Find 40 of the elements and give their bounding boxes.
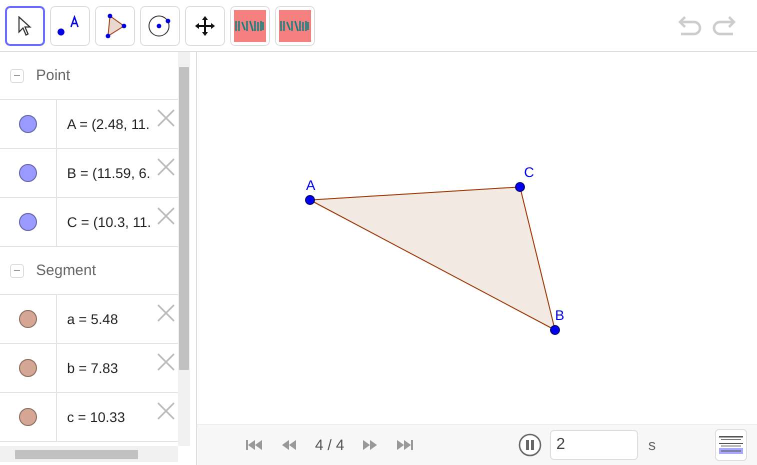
- move-arrows-icon: [194, 14, 216, 36]
- tool-button[interactable]: [5, 6, 45, 46]
- point-marker[interactable]: [515, 182, 525, 192]
- point-label: C: [524, 164, 534, 180]
- object-definition[interactable]: a = 5.48: [67, 311, 153, 327]
- visibility-dot[interactable]: [19, 359, 37, 377]
- collapse-toggle[interactable]: [10, 68, 24, 82]
- custom-tool-icon: [279, 10, 311, 42]
- cursor-icon: [18, 16, 32, 36]
- collapse-toggle[interactable]: [10, 264, 24, 278]
- unit-label: s: [648, 436, 656, 454]
- section-title: Point: [36, 67, 70, 84]
- vertical-scrollbar[interactable]: [178, 52, 190, 446]
- visibility-dot[interactable]: [19, 115, 37, 133]
- last-step-icon[interactable]: [396, 439, 414, 451]
- circle-icon: [147, 12, 173, 38]
- object-definition[interactable]: A = (2.48, 11.: [67, 116, 153, 132]
- next-step-icon[interactable]: [362, 439, 378, 451]
- point-label: A: [306, 177, 316, 193]
- visibility-dot[interactable]: [19, 213, 37, 231]
- visibility-dot[interactable]: [19, 310, 37, 328]
- algebra-view-button[interactable]: [715, 429, 747, 461]
- section-title: Segment: [36, 262, 96, 279]
- speed-input[interactable]: 2: [550, 430, 638, 460]
- point-marker[interactable]: [550, 325, 560, 335]
- point-label: B: [555, 307, 564, 323]
- step-counter: 4 / 4: [315, 436, 344, 454]
- object-definition[interactable]: c = 10.33: [67, 409, 153, 425]
- visibility-dot[interactable]: [19, 164, 37, 182]
- custom-tool-icon: [234, 10, 266, 42]
- visibility-dot[interactable]: [19, 408, 37, 426]
- object-definition[interactable]: B = (11.59, 6.: [67, 165, 153, 181]
- previous-step-icon[interactable]: [281, 439, 297, 451]
- first-step-icon[interactable]: [245, 439, 263, 451]
- horizontal-scrollbar[interactable]: [0, 446, 178, 462]
- pause-icon[interactable]: [518, 433, 542, 457]
- object-definition[interactable]: C = (10.3, 11.: [67, 214, 153, 230]
- object-definition[interactable]: b = 7.83: [67, 360, 153, 376]
- point-marker[interactable]: [305, 195, 315, 205]
- algebra-view-icon: [717, 434, 745, 456]
